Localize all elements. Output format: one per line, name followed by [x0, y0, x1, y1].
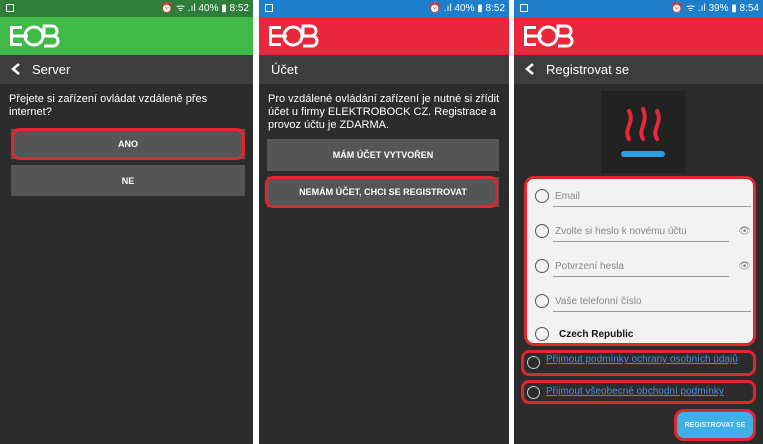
no-button[interactable]: NE [11, 165, 245, 196]
status-bar: ⏰ ᯤ .ıl 39% ▮ 8:54 [514, 0, 763, 17]
phone-screen-account: ⏰ .ıl 40% ▮ 8:52 Účet Pro vzdálené ovlád… [259, 0, 509, 444]
battery-level: 40% [454, 3, 475, 14]
title-bar: Registrovat se [514, 55, 763, 84]
email-placeholder: Email [555, 191, 581, 202]
heating-app-icon [601, 91, 685, 173]
status-bar: ⏰ .ıl 40% ▮ 8:52 [259, 0, 509, 17]
have-account-button[interactable]: MÁM ÚČET VYTVOŘEN [267, 139, 499, 171]
register-submit-label: REGISTROVAT SE [684, 421, 746, 429]
prompt-text: Pro vzdálené ovládání zařízení je nutné … [268, 93, 500, 131]
eob-logo-icon [524, 24, 574, 48]
phone-screen-server: ⏰ ᯤ .ıl 40% ▮ 8:52 Server Přejete si zař… [0, 0, 253, 444]
terms-consent-checkbox[interactable]: Přijmout všeobecné obchodní podmínky [521, 380, 756, 404]
page-title: Registrovat se [546, 62, 630, 77]
show-password-eye-icon[interactable]: 👁 [738, 226, 751, 237]
page-title: Server [32, 62, 71, 77]
back-arrow-icon[interactable] [11, 63, 21, 75]
checkbox-circle-icon[interactable] [527, 356, 540, 369]
notification-icon [265, 4, 273, 12]
title-bar: Účet [259, 55, 509, 84]
confirm-password-field[interactable]: Potvrzení hesla 👁 [535, 255, 751, 279]
status-time: 8:54 [739, 3, 759, 14]
page-title: Účet [271, 62, 298, 77]
terms-consent-label[interactable]: Přijmout všeobecné obchodní podmínky [546, 387, 724, 397]
phone-screen-register: ⏰ ᯤ .ıl 39% ▮ 8:54 Registrovat se Email [514, 0, 763, 444]
phone-placeholder: Vaše telefonní číslo [555, 296, 642, 307]
status-time: 8:52 [229, 3, 249, 14]
checkbox-circle-icon[interactable] [527, 386, 540, 399]
no-button-label: NE [121, 175, 135, 186]
prompt-text: Přejete si zařízení ovládat vzdáleně pře… [9, 93, 208, 118]
eob-logo-icon [269, 24, 319, 48]
battery-level: 39% [708, 3, 729, 14]
registration-form: Email Zvolte si heslo k novému účtu 👁 Po… [524, 176, 756, 346]
battery-level: 40% [198, 3, 219, 14]
brand-bar [0, 17, 253, 55]
heat-waves-icon [621, 107, 665, 157]
phone-icon [535, 294, 549, 308]
highlight-register [265, 176, 498, 208]
country-value: Czech Republic [559, 329, 634, 340]
notification-icon [520, 4, 528, 12]
lock-icon [535, 224, 549, 238]
status-time: 8:52 [485, 3, 505, 14]
eob-logo-icon [10, 24, 60, 48]
brand-bar [514, 17, 763, 55]
status-bar: ⏰ ᯤ .ıl 40% ▮ 8:52 [0, 0, 253, 17]
brand-bar [259, 17, 509, 55]
location-icon [535, 327, 549, 341]
lock-icon [535, 259, 549, 273]
notification-icon [6, 4, 14, 12]
highlight-yes [11, 128, 245, 160]
show-password-eye-icon[interactable]: 👁 [738, 261, 751, 272]
register-submit-button[interactable]: REGISTROVAT SE [674, 409, 756, 441]
email-icon [535, 189, 549, 203]
title-bar: Server [0, 55, 253, 84]
phone-field[interactable]: Vaše telefonní číslo [535, 290, 751, 314]
back-arrow-icon[interactable] [525, 63, 535, 75]
confirm-password-placeholder: Potvrzení hesla [555, 261, 624, 272]
password-placeholder: Zvolte si heslo k novému účtu [555, 226, 687, 237]
have-account-label: MÁM ÚČET VYTVOŘEN [332, 150, 434, 160]
country-field[interactable]: Czech Republic [535, 323, 751, 347]
password-field[interactable]: Zvolte si heslo k novému účtu 👁 [535, 220, 751, 244]
privacy-consent-label[interactable]: Přijmout podmínky ochrany osobních údajů [546, 355, 746, 365]
email-field[interactable]: Email [535, 185, 751, 209]
privacy-consent-checkbox[interactable]: Přijmout podmínky ochrany osobních údajů [521, 350, 756, 376]
